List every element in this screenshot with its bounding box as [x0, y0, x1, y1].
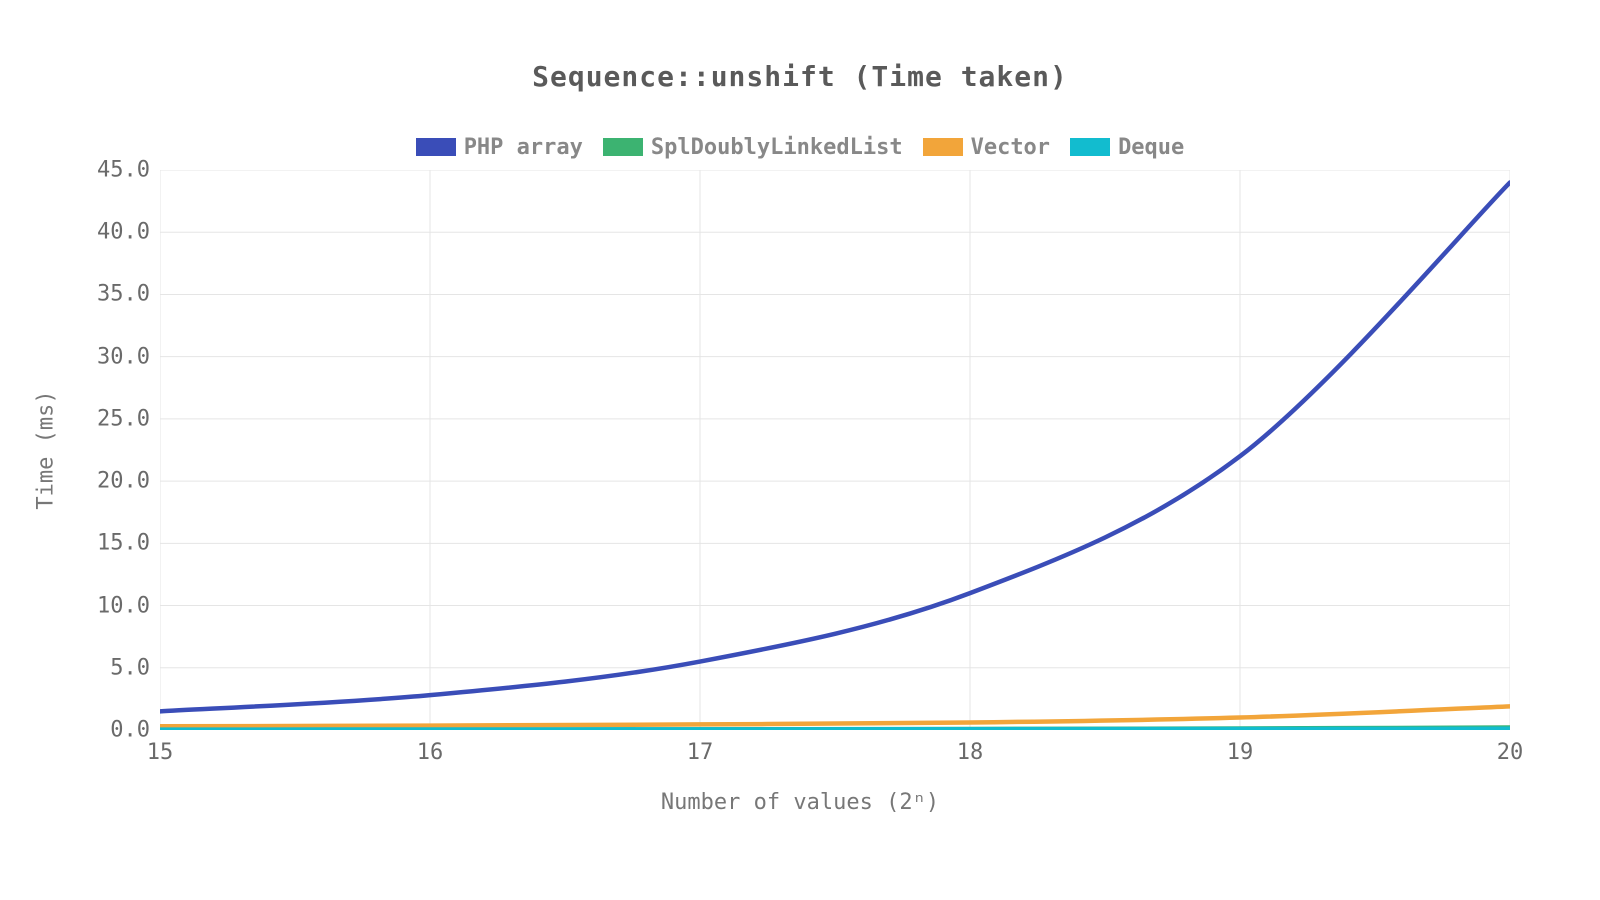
plot-area	[160, 170, 1510, 730]
legend-label: Vector	[971, 135, 1050, 160]
y-tick: 35.0	[70, 282, 150, 307]
series-line	[160, 706, 1510, 726]
legend-item: SplDoublyLinkedList	[603, 135, 903, 160]
series-line	[160, 182, 1510, 711]
legend-item: PHP array	[416, 135, 583, 160]
x-tick: 17	[670, 740, 730, 765]
x-tick: 18	[940, 740, 1000, 765]
chart: Sequence::unshift (Time taken) PHP array…	[0, 0, 1600, 900]
x-tick: 19	[1210, 740, 1270, 765]
x-tick: 15	[130, 740, 190, 765]
legend-label: PHP array	[464, 135, 583, 160]
legend-item: Deque	[1070, 135, 1184, 160]
legend-swatch	[1070, 138, 1110, 156]
y-tick: 10.0	[70, 593, 150, 618]
y-tick: 30.0	[70, 344, 150, 369]
gridlines	[160, 170, 1510, 730]
y-tick: 0.0	[70, 718, 150, 743]
legend-label: SplDoublyLinkedList	[651, 135, 903, 160]
y-tick: 20.0	[70, 469, 150, 494]
x-axis-label: Number of values (2ⁿ)	[0, 790, 1600, 815]
y-tick: 45.0	[70, 158, 150, 183]
y-tick: 25.0	[70, 406, 150, 431]
legend-swatch	[923, 138, 963, 156]
chart-title: Sequence::unshift (Time taken)	[0, 60, 1600, 93]
plot-border	[160, 170, 1510, 730]
legend-swatch	[416, 138, 456, 156]
series-line	[160, 729, 1510, 730]
series-group	[160, 182, 1510, 729]
y-tick: 40.0	[70, 220, 150, 245]
x-tick: 20	[1480, 740, 1540, 765]
x-tick: 16	[400, 740, 460, 765]
legend-item: Vector	[923, 135, 1050, 160]
legend: PHP array SplDoublyLinkedList Vector Deque	[0, 135, 1600, 160]
y-tick: 5.0	[70, 655, 150, 680]
legend-swatch	[603, 138, 643, 156]
y-tick: 15.0	[70, 531, 150, 556]
y-axis-label: Time (ms)	[34, 390, 59, 509]
legend-label: Deque	[1118, 135, 1184, 160]
